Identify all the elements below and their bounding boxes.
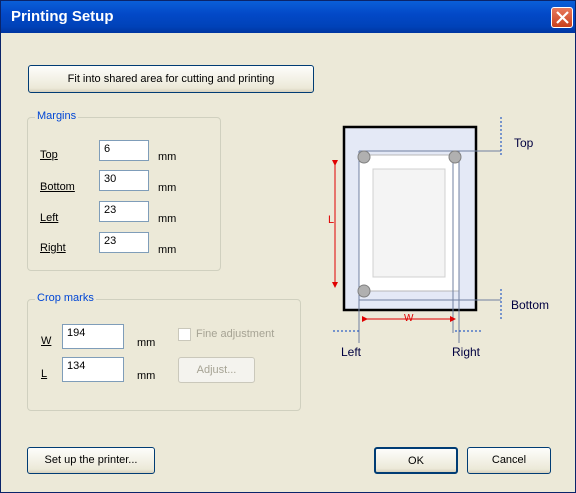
diagram-right-label: Right	[452, 345, 481, 359]
title-bar[interactable]: Printing Setup	[1, 1, 575, 33]
margin-right-label-text: Right	[40, 242, 66, 254]
fine-adjustment-label: Fine adjustment	[196, 328, 275, 340]
diagram-w-label: W	[404, 313, 414, 324]
crop-mark-top-left	[357, 150, 371, 164]
crop-mark-bottom-left	[357, 284, 371, 298]
inner-area	[372, 168, 446, 278]
margin-left-label: Left	[40, 212, 58, 224]
crop-l-label: L	[41, 368, 47, 380]
crop-l-unit: mm	[137, 370, 156, 382]
margin-bottom-label: Bottom	[40, 181, 75, 193]
close-icon	[556, 11, 569, 24]
margin-bottom-label-text: Bottom	[40, 181, 75, 193]
margin-bottom-input[interactable]: 30	[99, 170, 149, 191]
adjust-button[interactable]: Adjust...	[178, 357, 255, 383]
fit-shared-area-button[interactable]: Fit into shared area for cutting and pri…	[28, 65, 314, 93]
margin-top-label-text: Top	[40, 149, 58, 161]
cancel-button[interactable]: Cancel	[467, 447, 551, 474]
margin-bottom-unit: mm	[158, 182, 177, 194]
margin-left-input[interactable]: 23	[99, 201, 149, 222]
setup-printer-button[interactable]: Set up the printer...	[27, 447, 155, 474]
crop-l-input[interactable]: 134	[62, 357, 124, 382]
dialog-title: Printing Setup	[11, 8, 114, 25]
close-button[interactable]	[551, 7, 573, 28]
margin-top-label: Top	[40, 149, 58, 161]
crop-marks-group-label: Crop marks	[35, 292, 96, 304]
margin-left-unit: mm	[158, 213, 177, 225]
margin-top-input[interactable]: 6	[99, 140, 149, 161]
fine-adjustment-checkbox[interactable]	[178, 328, 191, 341]
margin-right-unit: mm	[158, 244, 177, 256]
diagram-l-label: L	[328, 214, 335, 226]
diagram-left-label: Left	[341, 345, 362, 359]
crop-w-label-text: W	[41, 335, 52, 347]
crop-w-input[interactable]: 194	[62, 324, 124, 349]
diagram-top-label: Top	[514, 136, 534, 150]
margins-group-label: Margins	[35, 110, 79, 122]
printing-setup-dialog: Printing Setup Fit into shared area for …	[0, 0, 576, 493]
crop-w-label: W	[41, 335, 51, 347]
crop-w-unit: mm	[137, 337, 156, 349]
ok-button[interactable]: OK	[374, 447, 458, 474]
diagram-bottom-label: Bottom	[511, 298, 550, 312]
crop-mark-top-right	[448, 150, 462, 164]
margin-right-input[interactable]: 23	[99, 232, 149, 253]
margin-top-unit: mm	[158, 151, 177, 163]
crop-marks-group	[27, 299, 301, 411]
margin-right-label: Right	[40, 242, 66, 254]
crop-l-label-text: L	[41, 368, 48, 380]
margin-left-label-text: Left	[40, 212, 59, 224]
